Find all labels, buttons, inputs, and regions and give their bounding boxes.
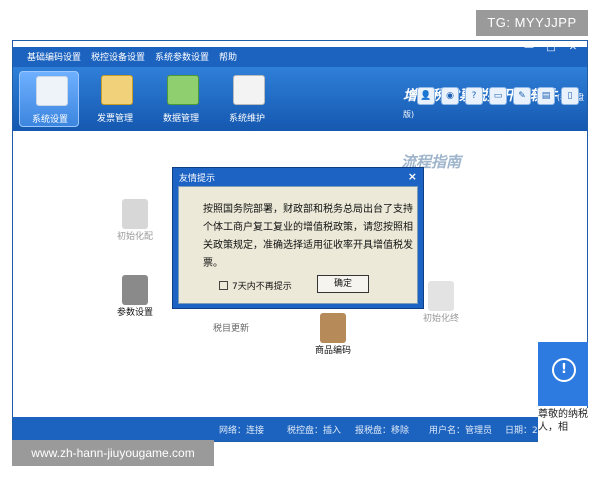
menu-bar: 基础编码设置 税控设备设置 系统参数设置 帮助 xyxy=(13,47,587,67)
window-controls: — □ ✕ xyxy=(519,41,583,57)
menu-params[interactable]: 系统参数设置 xyxy=(155,50,209,63)
status-report: 报税盘：移除 xyxy=(355,426,410,436)
invoice-folder-icon xyxy=(101,75,133,105)
globe-icon[interactable]: ◉ xyxy=(441,87,459,105)
flow-product-code[interactable]: 商品编码 xyxy=(303,313,363,356)
side-notice-text: 尊敬的纳税人，相 xyxy=(538,408,600,448)
help-icon[interactable]: ? xyxy=(465,87,483,105)
window-icon[interactable]: ▭ xyxy=(489,87,507,105)
ok-button[interactable]: 确定 xyxy=(317,275,369,293)
doc-icon[interactable]: ▯ xyxy=(561,87,579,105)
list-icon[interactable]: ▤ xyxy=(537,87,555,105)
close-button[interactable]: ✕ xyxy=(563,41,583,55)
quick-icons: 👤 ◉ ? ▭ ✎ ▤ ▯ xyxy=(417,87,579,105)
maximize-button[interactable]: □ xyxy=(541,41,561,55)
tool-system-settings[interactable]: 系统设置 xyxy=(19,71,79,127)
dialog-message: 按照国务院部署，财政部和税务总局出台了支持个体工商户复工复业的增值税政策，请您按… xyxy=(203,204,413,269)
dialog-close-icon[interactable]: × xyxy=(408,170,417,183)
bottom-watermark: www.zh-hann-jiuyougame.com xyxy=(12,440,214,466)
dont-show-checkbox[interactable]: 7天内不再提示 xyxy=(219,279,292,292)
menu-basic-code[interactable]: 基础编码设置 xyxy=(27,50,81,63)
data-icon xyxy=(167,75,199,105)
status-user: 用户名：管理员 xyxy=(429,426,493,436)
menu-help[interactable]: 帮助 xyxy=(219,50,237,63)
side-notice-panel[interactable]: ! xyxy=(538,342,588,406)
menu-device[interactable]: 税控设备设置 xyxy=(91,50,145,63)
flow-tax-update[interactable]: 税目更新 xyxy=(201,321,261,334)
dialog-body: 按照国务院部署，财政部和税务总局出台了支持个体工商户复工复业的增值税政策，请您按… xyxy=(178,186,418,304)
status-network: 网络：连接 xyxy=(219,426,265,436)
tool-invoice-mgmt[interactable]: 发票管理 xyxy=(85,71,145,127)
check-icon xyxy=(428,281,454,311)
top-watermark: TG: MYYJJPP xyxy=(476,10,588,36)
minimize-button[interactable]: — xyxy=(519,41,539,55)
tool-maintenance[interactable]: 系统维护 xyxy=(217,71,277,127)
init-icon xyxy=(122,199,148,229)
status-device: 税控盘：插入 xyxy=(287,426,342,436)
user-icon[interactable]: 👤 xyxy=(417,87,435,105)
flow-params[interactable]: 参数设置 xyxy=(105,275,165,318)
flow-init[interactable]: 初始化配 xyxy=(105,199,165,242)
pen-icon[interactable]: ✎ xyxy=(513,87,531,105)
notice-dialog: 友情提示 × 按照国务院部署，财政部和税务总局出台了支持个体工商户复工复业的增值… xyxy=(172,167,424,309)
wrench-icon xyxy=(233,75,265,105)
exclamation-icon: ! xyxy=(552,358,576,382)
settings-panel-icon xyxy=(36,76,68,106)
tool-data-mgmt[interactable]: 数据管理 xyxy=(151,71,211,127)
checkbox-box[interactable] xyxy=(219,281,228,290)
box-icon xyxy=(320,313,346,343)
sliders-icon xyxy=(122,275,148,305)
status-bar: 网络：连接 税控盘：插入 报税盘：移除 用户名：管理员 日期：20 xyxy=(13,417,587,441)
dialog-title: 友情提示 xyxy=(179,174,216,184)
